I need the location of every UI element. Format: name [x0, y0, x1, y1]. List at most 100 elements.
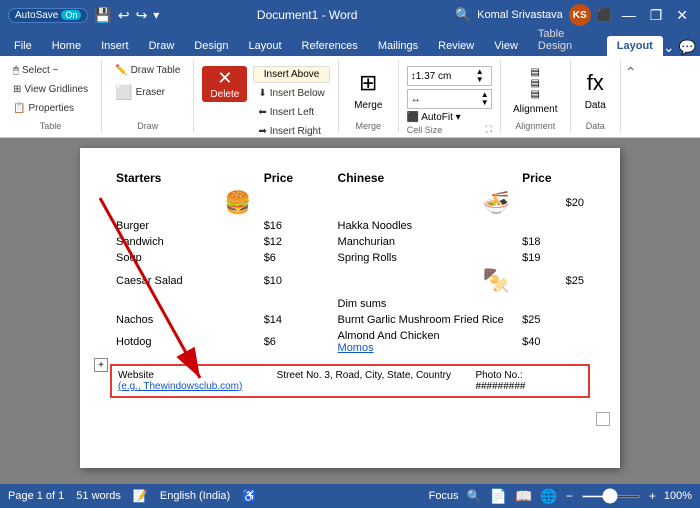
height-input[interactable]: [416, 71, 476, 82]
status-right: Focus 🔍 📄 📖 🌐 − + 100%: [429, 488, 692, 505]
dim-sums-icon: 🍢: [332, 266, 517, 296]
focus-label: Focus: [429, 490, 459, 502]
undo-icon[interactable]: ↩: [118, 7, 130, 24]
search-icon[interactable]: 🔍: [455, 7, 471, 23]
eraser-icon: ⬜: [115, 84, 132, 101]
price-header-2: Price: [516, 168, 590, 188]
title-bar-right: 🔍 Komal Srivastava KS ⬛ — ❐ ✕: [455, 4, 692, 26]
tab-review[interactable]: Review: [428, 36, 484, 56]
ribbon-toggle-icon[interactable]: ⬛: [597, 8, 612, 22]
website-link[interactable]: (e.g., Thewindowsclub.com): [118, 381, 265, 392]
ribbon: 🖱 Select ~ ⊞ View Gridlines 📋 Properties…: [0, 56, 700, 138]
view-mode-read-icon[interactable]: 📖: [515, 488, 532, 505]
status-left: Page 1 of 1 51 words 📝 English (India) ♿: [8, 489, 257, 503]
properties-button[interactable]: 📋 Properties: [8, 100, 79, 117]
ribbon-expand-icon[interactable]: ⌃: [625, 64, 637, 81]
tab-table-design[interactable]: Table Design: [528, 24, 607, 56]
user-name: Komal Srivastava: [477, 9, 563, 21]
restore-button[interactable]: ❐: [646, 7, 667, 24]
view-gridlines-button[interactable]: ⊞ View Gridlines: [8, 81, 93, 98]
tab-insert[interactable]: Insert: [91, 36, 139, 56]
tab-layout[interactable]: Layout: [239, 36, 292, 56]
tab-mailings[interactable]: Mailings: [368, 36, 428, 56]
ribbon-group-rows: ✕ Delete Insert Above ⬇ Insert Below ⬅ I…: [194, 60, 338, 133]
height-down-btn[interactable]: ▼: [476, 76, 484, 84]
photo-label: Photo No.:: [475, 370, 582, 381]
footer-address: Street No. 3, Road, City, State, Country: [277, 370, 451, 381]
ribbon-options-icon[interactable]: ⌄: [663, 39, 675, 56]
word-count: 51 words: [76, 490, 121, 502]
alignment-button[interactable]: Alignment: [513, 104, 557, 115]
data-icon: fx: [587, 70, 604, 96]
table-row: Soup $6 Spring Rolls $19: [110, 250, 590, 266]
insert-left-icon: ⬅: [258, 107, 266, 118]
accessibility-icon[interactable]: ♿: [242, 489, 257, 503]
merge-group-label: Merge: [355, 119, 381, 131]
insert-above-button[interactable]: Insert Above: [253, 66, 329, 83]
table-row: Dim sums: [110, 296, 590, 312]
eraser-button[interactable]: ⬜ Eraser: [110, 81, 170, 104]
cursor-icon: 🖱: [13, 65, 19, 76]
merge-cells-icon: ⊞: [359, 70, 377, 96]
alignment-group-label: Alignment: [515, 119, 555, 131]
tab-file[interactable]: File: [4, 36, 42, 56]
tab-layout-active[interactable]: Layout: [607, 36, 663, 56]
footer-photo-cell: Photo No.: #########: [469, 365, 589, 397]
view-mode-web-icon[interactable]: 🌐: [540, 488, 557, 505]
insert-below-icon: ⬇: [258, 88, 266, 99]
width-down-btn[interactable]: ▼: [481, 99, 489, 107]
ribbon-group-data: fx Data Data: [571, 60, 621, 133]
doc-title: Document1 - Word: [159, 8, 455, 22]
ribbon-tabs: File Home Insert Draw Design Layout Refe…: [0, 30, 700, 56]
autofit-button[interactable]: ⬛ AutoFit ▾: [407, 112, 461, 123]
data-group-label: Data: [586, 119, 605, 131]
table-add-row-button[interactable]: +: [94, 358, 108, 372]
table-row: Sandwich $12 Manchurian $18: [110, 234, 590, 250]
insert-right-icon: ➡: [258, 126, 266, 137]
price-header-1: Price: [258, 168, 332, 188]
autosave-toggle[interactable]: AutoSave On: [8, 8, 88, 23]
redo-icon[interactable]: ↪: [136, 7, 148, 24]
view-mode-print-icon[interactable]: 📄: [490, 488, 507, 505]
comments-icon[interactable]: 💬: [679, 39, 696, 56]
language: English (India): [160, 490, 230, 502]
insert-left-button[interactable]: ⬅ Insert Left: [253, 104, 329, 121]
ribbon-group-alignment: ▤▤▤ Alignment Alignment: [501, 60, 571, 133]
footer-checkbox[interactable]: [596, 412, 610, 426]
zoom-slider[interactable]: [581, 495, 641, 498]
minimize-button[interactable]: —: [618, 7, 640, 23]
delete-button[interactable]: ✕ Delete: [202, 66, 247, 102]
document-page: Starters Price Chinese Price 🍔 🍜 $20 Bur…: [80, 148, 620, 468]
insert-below-button[interactable]: ⬇ Insert Below: [253, 85, 329, 102]
tab-home[interactable]: Home: [42, 36, 91, 56]
width-input[interactable]: [421, 94, 481, 105]
focus-icon[interactable]: 🔍: [467, 489, 482, 503]
item-starters-icon: 🍔: [110, 188, 258, 218]
table-row: Hotdog $6 Almond And Chicken Momos $40: [110, 328, 590, 356]
cell-size-expand-icon[interactable]: ⛶: [485, 124, 491, 135]
tab-view[interactable]: View: [484, 36, 528, 56]
draw-table-button[interactable]: ✏️ Draw Table: [110, 62, 185, 79]
spell-check-icon[interactable]: 📝: [133, 489, 148, 503]
data-button[interactable]: Data: [585, 100, 606, 111]
tab-draw[interactable]: Draw: [139, 36, 185, 56]
title-bar-left: AutoSave On 💾 ↩ ↪ ▾: [8, 7, 159, 24]
width-icon: ↔: [411, 94, 421, 105]
table-row: Nachos $14 Burnt Garlic Mushroom Fried R…: [110, 312, 590, 328]
zoom-out-icon[interactable]: −: [566, 489, 573, 503]
select-button[interactable]: 🖱 Select ~: [8, 62, 63, 79]
chinese-header: Chinese: [332, 168, 517, 188]
grid-icon: ⊞: [13, 84, 21, 95]
tab-design[interactable]: Design: [184, 36, 238, 56]
tab-references[interactable]: References: [292, 36, 368, 56]
momos-link[interactable]: Momos: [338, 342, 374, 354]
save-icon[interactable]: 💾: [94, 7, 111, 24]
toggle-state: On: [61, 10, 81, 20]
menu-table: Starters Price Chinese Price 🍔 🍜 $20 Bur…: [110, 168, 590, 356]
autofit-icon: ⬛: [407, 112, 419, 123]
user-avatar[interactable]: KS: [569, 4, 591, 26]
autosave-label: AutoSave: [15, 10, 58, 21]
close-button[interactable]: ✕: [672, 7, 692, 24]
zoom-in-icon[interactable]: +: [649, 489, 656, 503]
merge-button[interactable]: Merge: [354, 100, 382, 111]
